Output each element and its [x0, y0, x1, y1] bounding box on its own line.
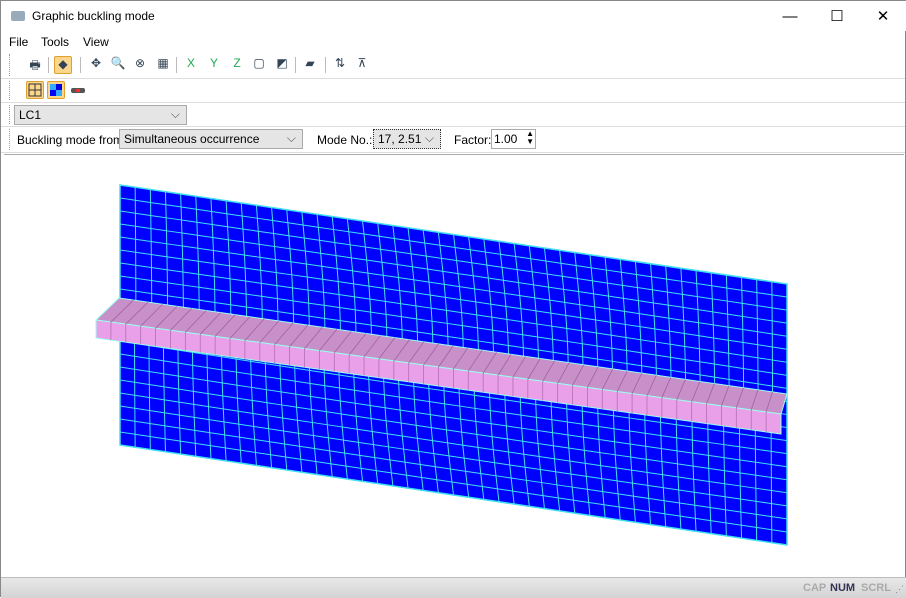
- scale-icon[interactable]: ⊼: [353, 56, 371, 74]
- zoom-icon[interactable]: 🔍: [109, 56, 127, 74]
- minimize-button[interactable]: —: [767, 1, 813, 31]
- isometric-icon[interactable]: ▢: [250, 56, 268, 74]
- resize-grip-icon[interactable]: ⋰: [895, 584, 904, 595]
- perspective-icon[interactable]: ◩: [273, 56, 291, 74]
- buckling-mode-select[interactable]: Simultaneous occurrence ⌵: [119, 129, 303, 149]
- loadcase-value: LC1: [19, 108, 42, 122]
- buckling-mode-graphic[interactable]: [4, 155, 904, 573]
- wireframe-icon[interactable]: ▰: [301, 56, 319, 74]
- chevron-down-icon: ⌵: [424, 131, 434, 145]
- view-x-icon[interactable]: X: [182, 56, 200, 74]
- factor-label: Factor:: [454, 133, 492, 147]
- zoom-reset-icon[interactable]: ⊗: [131, 56, 149, 74]
- mode-no-value: 17, 2.51: [378, 132, 422, 146]
- zoom-window-icon[interactable]: ▦: [154, 56, 172, 74]
- menu-tools[interactable]: Tools: [41, 35, 69, 49]
- mode-no-select[interactable]: 17, 2.51 ⌵: [373, 129, 441, 149]
- mode-no-label: Mode No.:: [317, 133, 373, 147]
- factor-value: 1.00: [494, 132, 518, 146]
- status-scrl: SCRL: [861, 582, 891, 594]
- toolbar-grip: [9, 105, 10, 124]
- buckling-mode-label: Buckling mode from:: [17, 133, 127, 147]
- maximize-button[interactable]: ☐: [814, 1, 860, 31]
- toolbar-grip[interactable]: [9, 81, 10, 100]
- status-cap: CAP: [803, 582, 827, 594]
- menu-bar: File Tools View: [1, 32, 905, 52]
- status-num: NUM: [830, 582, 856, 594]
- graphic-view[interactable]: [4, 154, 904, 572]
- close-button[interactable]: ✕: [860, 1, 906, 31]
- options-bar: Buckling mode from: Simultaneous occurre…: [1, 127, 905, 153]
- toolbar-separator: [48, 57, 49, 73]
- toolbar-separator: [325, 57, 326, 73]
- toolbar-separator: [295, 57, 296, 73]
- toolbar-display: [1, 79, 905, 103]
- chevron-down-icon: ⌵: [286, 131, 296, 145]
- loadcase-bar: LC1 ⌵: [1, 103, 905, 127]
- toolbar-grip: [9, 129, 10, 150]
- dimension-icon[interactable]: ⇅: [331, 56, 349, 74]
- menu-file[interactable]: File: [9, 35, 28, 49]
- toolbar-separator: [176, 57, 177, 73]
- chevron-down-icon: ⌵: [170, 107, 180, 121]
- loadcase-select[interactable]: LC1 ⌵: [14, 105, 187, 125]
- buckling-mode-value: Simultaneous occurrence: [124, 132, 260, 146]
- window-title: Graphic buckling mode: [32, 9, 155, 23]
- menu-view[interactable]: View: [83, 35, 109, 49]
- pan-icon[interactable]: ✥: [87, 56, 105, 74]
- status-bar: CAP NUM SCRL ⋰: [1, 577, 906, 598]
- view-y-icon[interactable]: Y: [205, 56, 223, 74]
- app-icon: [11, 11, 25, 21]
- member-icon[interactable]: [69, 82, 87, 100]
- toolbar-separator: [80, 57, 81, 73]
- factor-spinner[interactable]: 1.00 ▲ ▼: [491, 129, 536, 149]
- spinner-arrows-icon[interactable]: ▲ ▼: [526, 130, 534, 146]
- render-icon[interactable]: ◆: [54, 56, 72, 74]
- color-icon[interactable]: [47, 81, 65, 99]
- title-bar: Graphic buckling mode — ☐ ✕: [1, 1, 906, 31]
- view-z-icon[interactable]: Z: [228, 56, 246, 74]
- toolbar-grip[interactable]: [9, 54, 10, 76]
- print-icon[interactable]: 🖶: [26, 56, 44, 74]
- mesh-icon[interactable]: [26, 81, 44, 99]
- toolbar-main: 🖶 ◆ ✥ 🔍 ⊗ ▦ X Y Z ▢ ◩ ▰ ⇅ ⊼: [1, 52, 905, 79]
